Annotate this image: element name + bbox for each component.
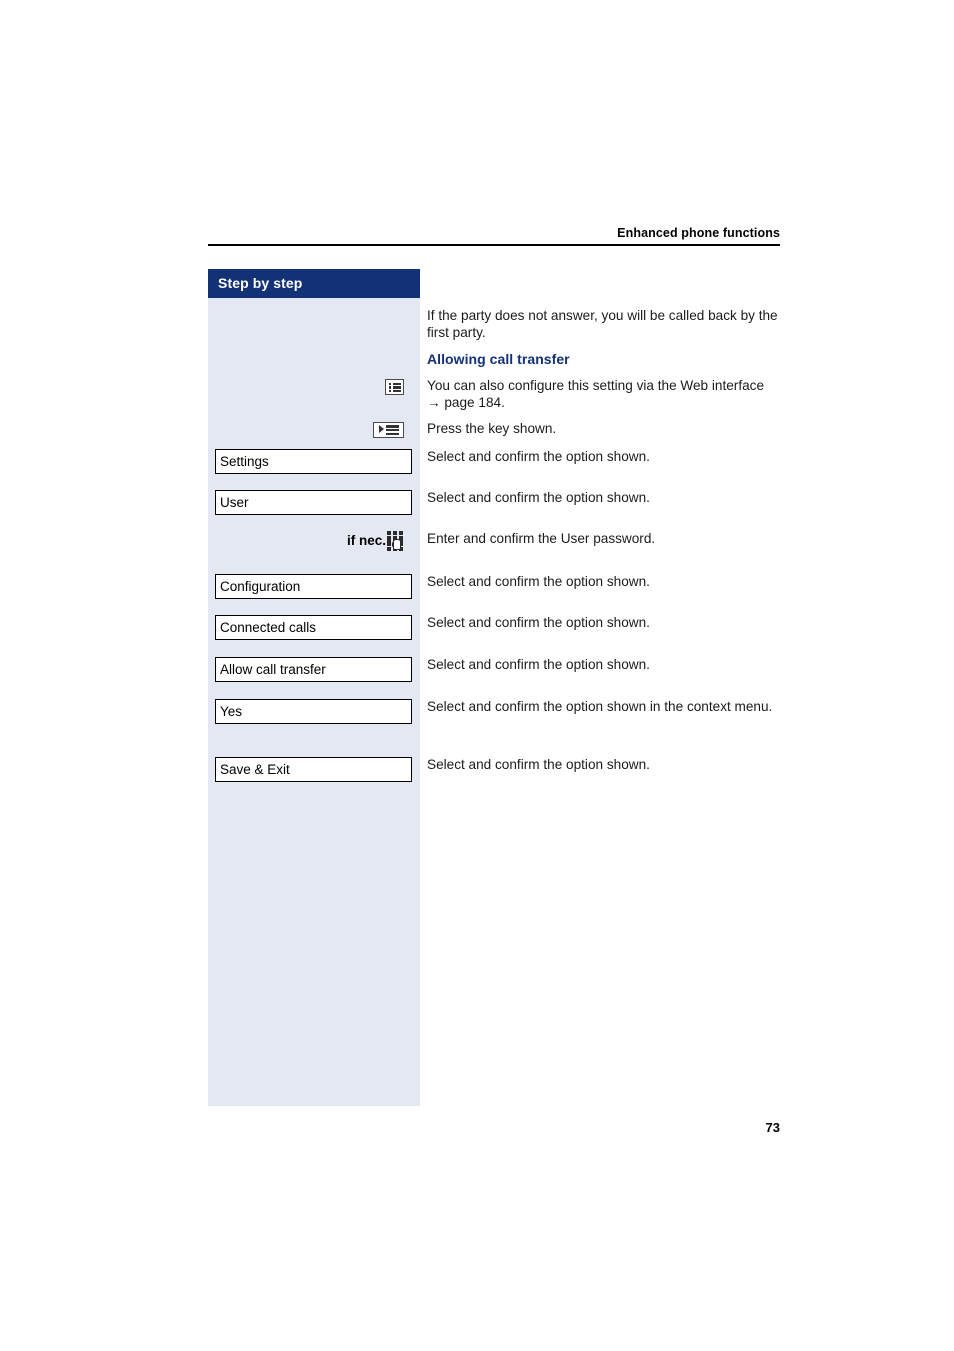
step-description: Select and confirm the option shown in t… [427,699,773,714]
step-option-cell: Connected calls [215,615,412,640]
step-option-cell: Allow call transfer [215,657,412,682]
sidebar-header: Step by step [208,269,420,298]
menu-option-box[interactable]: Connected calls [215,615,412,640]
if-necessary-label: if nec. [346,533,386,548]
step-icon-cell: if nec. [215,531,412,551]
step-icon-cell [215,421,412,439]
menu-option-box[interactable]: Settings [215,449,412,474]
list-icon [385,378,404,395]
page-number: 73 [765,1120,780,1135]
step-description: Select and confirm the option shown. [427,490,650,505]
step-option-cell: User [215,490,412,515]
keypad-icon[interactable] [387,531,404,551]
running-head: Enhanced phone functions [208,224,780,242]
menu-option-box[interactable]: Yes [215,699,412,724]
step-option-cell: Configuration [215,574,412,599]
step-description: Select and confirm the option shown. [427,574,650,589]
section-heading: Allowing call transfer [427,351,570,367]
step-description: Select and confirm the option shown. [427,757,650,772]
step-option-cell: Save & Exit [215,757,412,782]
step-description: Select and confirm the option shown. [427,449,650,464]
menu-option-box[interactable]: User [215,490,412,515]
step-option-cell: Yes [215,699,412,724]
step-option-cell: Settings [215,449,412,474]
step-description: Select and confirm the option shown. [427,615,650,630]
header-rule [208,244,780,246]
step-description: Press the key shown. [427,421,557,436]
running-head-title: Enhanced phone functions [617,226,780,240]
intro-paragraph: If the party does not answer, you will b… [427,308,778,340]
menu-option-box[interactable]: Configuration [215,574,412,599]
menu-option-box[interactable]: Allow call transfer [215,657,412,682]
sidebar-title: Step by step [218,275,303,291]
menu-option-box[interactable]: Save & Exit [215,757,412,782]
menu-key-icon[interactable] [373,421,404,438]
step-description: You can also configure this setting via … [427,378,765,410]
step-icon-cell [215,378,412,396]
step-description: Select and confirm the option shown. [427,657,650,672]
step-description: Enter and confirm the User password. [427,531,656,546]
